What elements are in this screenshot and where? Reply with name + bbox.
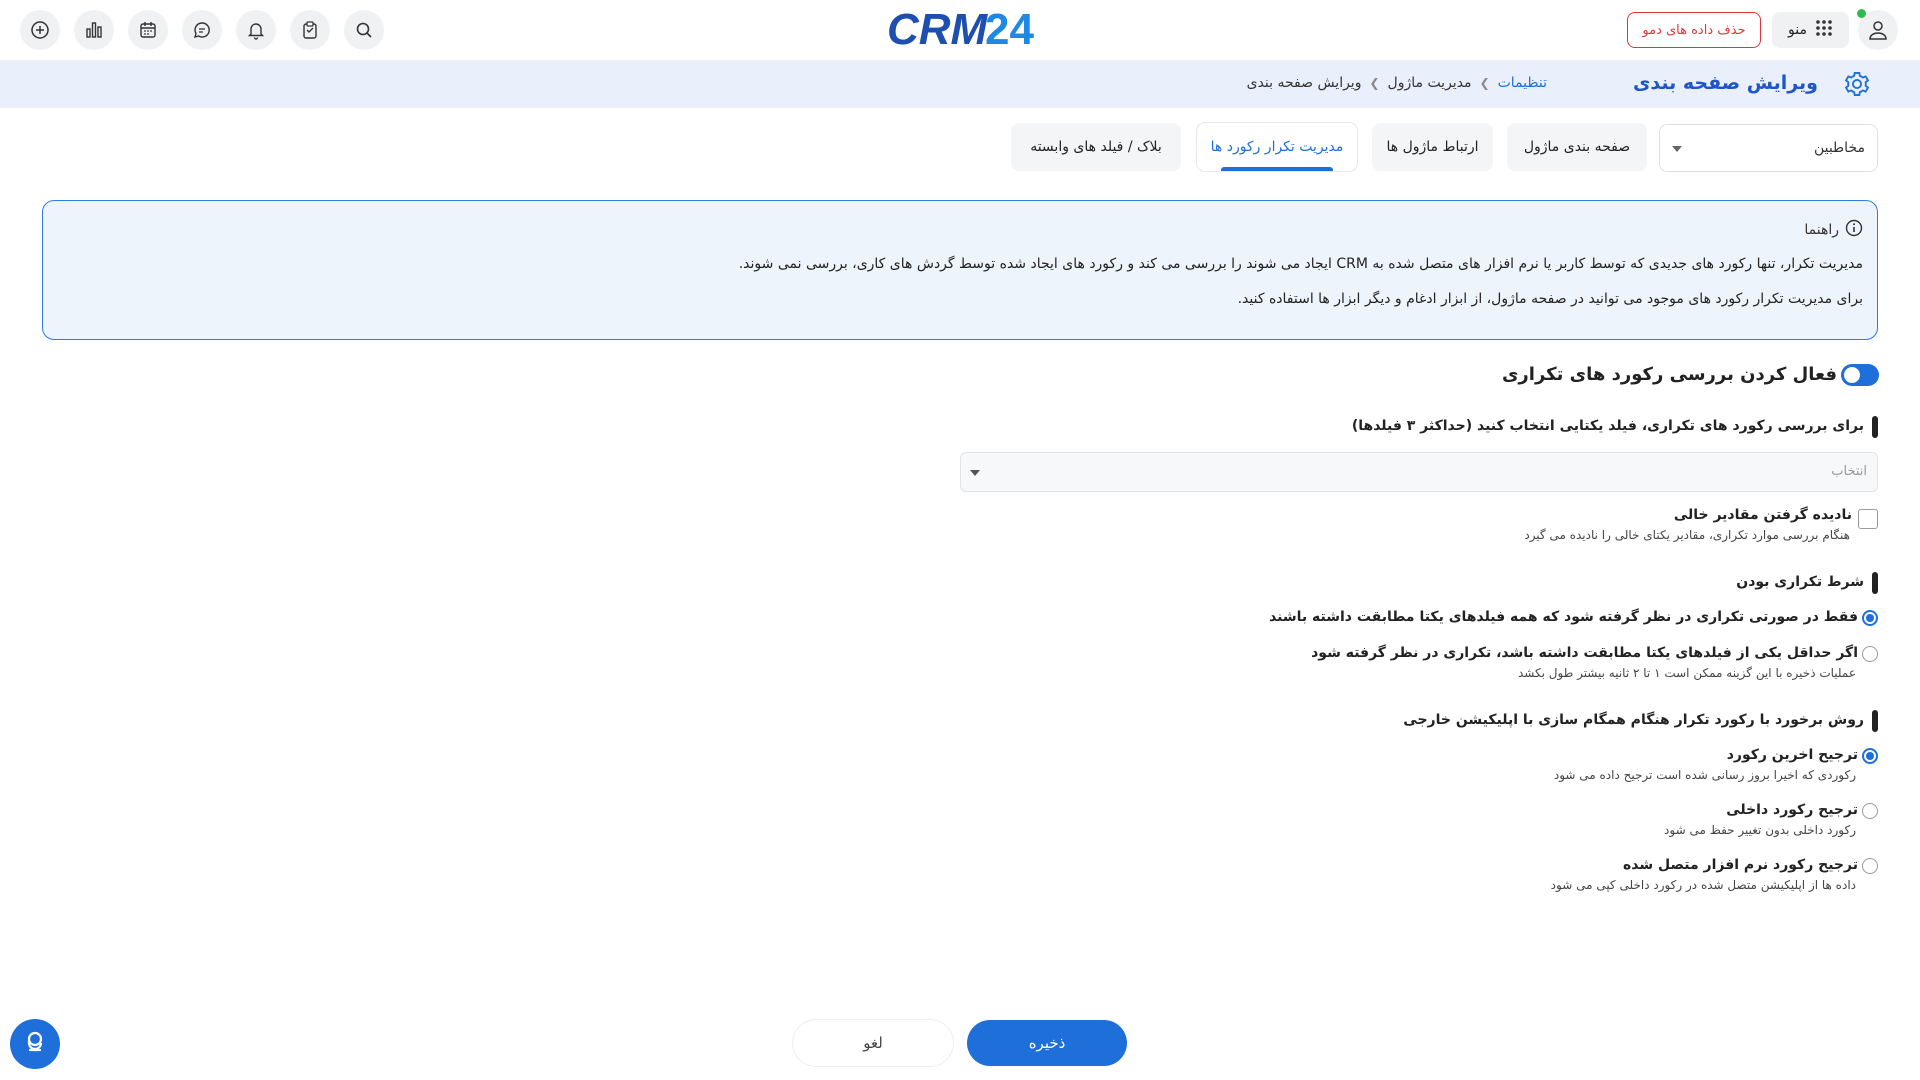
save-button[interactable]: ذخیره — [967, 1020, 1127, 1066]
toggle-knob — [1844, 367, 1860, 383]
breadcrumb-module-management[interactable]: مدیریت ماژول — [1388, 75, 1472, 91]
sync-latest-title: ترجیح اخرین رکورد — [1726, 747, 1858, 763]
condition-any-label: اگر حداقل یکی از فیلدهای یکتا مطابقت داش… — [1311, 645, 1858, 661]
grid-icon — [1815, 19, 1833, 41]
sync-internal-title: ترجیح رکورد داخلی — [1726, 802, 1858, 818]
unique-field-select[interactable]: انتخاب — [960, 452, 1878, 492]
condition-all-label: فقط در صورتی تکراری در نظر گرفته شود که … — [1269, 609, 1858, 625]
info-title: راهنما — [1804, 219, 1863, 241]
tab-label: ارتباط ماژول ها — [1386, 139, 1479, 155]
menu-label: منو — [1788, 22, 1807, 38]
delete-demo-data-button[interactable]: حذف داده های دمو — [1627, 12, 1761, 48]
enable-duplicate-check-toggle[interactable] — [1841, 364, 1879, 386]
info-line-1: مدیریت تکرار، تنها رکورد های جدیدی که تو… — [738, 256, 1863, 272]
sync-latest-description: رکوردی که اخیرا بروز رسانی شده است ترجیح… — [1553, 768, 1856, 782]
search-icon[interactable] — [344, 10, 384, 50]
sync-internal-radio[interactable] — [1862, 803, 1878, 819]
bell-icon[interactable] — [236, 10, 276, 50]
clipboard-icon[interactable] — [290, 10, 330, 50]
support-icon — [21, 1028, 49, 1060]
page-header: ویرایش صفحه بندی تنظیمات ❮ مدیریت ماژول … — [0, 60, 1920, 108]
info-box: راهنما مدیریت تکرار، تنها رکورد های جدید… — [42, 200, 1878, 340]
active-tab-indicator — [1221, 167, 1333, 171]
support-chat-button[interactable] — [10, 1019, 60, 1069]
condition-any-description: عملیات ذخیره با این گزینه ممکن است ۱ تا … — [1518, 666, 1856, 680]
svg-text:CRM: CRM — [887, 6, 989, 52]
enable-duplicate-heading: فعال کردن بررسی رکورد های تکراری — [1501, 364, 1837, 385]
info-title-text: راهنما — [1804, 222, 1839, 238]
chevron-down-icon — [1672, 146, 1682, 152]
ignore-empty-description: هنگام بررسی موارد تکراری، مقادیر یکتای خ… — [1524, 528, 1850, 542]
tab-duplicate-management[interactable]: مدیریت تکرار رکورد ها — [1197, 123, 1357, 171]
sync-external-radio[interactable] — [1862, 858, 1878, 874]
gear-icon — [1843, 70, 1871, 98]
chat-icon[interactable] — [182, 10, 222, 50]
sync-method-label: روش برخورد با رکورد تکرار هنگام همگام سا… — [1403, 712, 1864, 728]
sync-latest-radio[interactable] — [1862, 748, 1878, 764]
add-icon[interactable] — [20, 10, 60, 50]
svg-text:24: 24 — [985, 6, 1034, 52]
online-status-dot — [1857, 9, 1866, 18]
duplicate-condition-label: شرط تکراری بودن — [1736, 574, 1864, 590]
unique-field-placeholder: انتخاب — [1831, 464, 1867, 479]
unique-field-label: برای بررسی رکورد های تکراری، فیلد یکتایی… — [1351, 418, 1864, 434]
tab-module-relations[interactable]: ارتباط ماژول ها — [1372, 123, 1493, 171]
label-marker — [1872, 710, 1878, 732]
tab-label: مدیریت تکرار رکورد ها — [1210, 139, 1344, 155]
page-title: ویرایش صفحه بندی — [1632, 72, 1818, 94]
tab-label: بلاک / فیلد های وابسته — [1030, 139, 1162, 155]
tab-module-layout[interactable]: صفحه بندی ماژول — [1507, 123, 1647, 171]
calendar-icon[interactable] — [128, 10, 168, 50]
info-line-2: برای مدیریت تکرار رکورد های موجود می توا… — [1237, 291, 1863, 307]
sync-external-title: ترجیح رکورد نرم افزار متصل شده — [1622, 857, 1858, 873]
breadcrumb-current: ویرایش صفحه بندی — [1246, 75, 1362, 91]
condition-all-radio[interactable] — [1862, 610, 1878, 626]
tab-dependent-fields[interactable]: بلاک / فیلد های وابسته — [1011, 123, 1181, 171]
chevron-left-icon: ❮ — [1479, 76, 1490, 90]
module-select[interactable]: مخاطبین — [1659, 124, 1878, 172]
tab-label: صفحه بندی ماژول — [1523, 139, 1631, 155]
label-marker — [1872, 572, 1878, 594]
top-bar: CRM 24 حذف داده های دمو منو — [0, 0, 1920, 60]
breadcrumb: تنظیمات ❮ مدیریت ماژول ❮ ویرایش صفحه بند… — [1247, 75, 1547, 91]
ignore-empty-title: نادیده گرفتن مقادیر خالی — [1673, 507, 1852, 523]
chevron-down-icon — [970, 470, 980, 476]
module-select-value: مخاطبین — [1813, 140, 1865, 156]
chevron-left-icon: ❮ — [1369, 76, 1380, 90]
menu-button[interactable]: منو — [1772, 12, 1849, 48]
condition-any-radio[interactable] — [1862, 646, 1878, 662]
ignore-empty-checkbox[interactable] — [1858, 509, 1878, 529]
breadcrumb-settings[interactable]: تنظیمات — [1498, 75, 1547, 91]
crm24-logo[interactable]: CRM 24 — [887, 6, 1037, 52]
info-icon — [1845, 219, 1863, 241]
chart-icon[interactable] — [74, 10, 114, 50]
sync-internal-description: رکورد داخلی بدون تغییر حفظ می شود — [1664, 823, 1856, 837]
cancel-button[interactable]: لغو — [793, 1020, 953, 1066]
label-marker — [1872, 416, 1878, 438]
sync-external-description: داده ها از اپلیکیشن متصل شده در رکورد دا… — [1550, 878, 1856, 892]
